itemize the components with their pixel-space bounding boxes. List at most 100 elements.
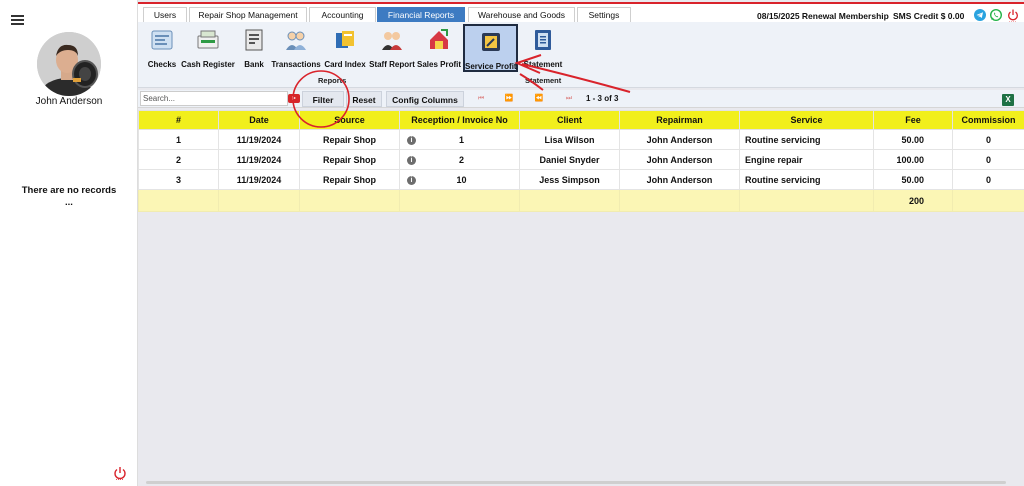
user-name: John Anderson (35, 96, 103, 107)
column-header-client[interactable]: Client (519, 110, 620, 130)
filter-button[interactable]: Filter (302, 91, 344, 107)
cell-number: 1 (138, 129, 219, 150)
table-header-row: # Date Source Reception / Invoice No Cli… (138, 110, 1024, 130)
cell-invoice: i1 (399, 129, 520, 150)
column-header-fee[interactable]: Fee (873, 110, 953, 130)
cell-service: Routine servicing (739, 129, 874, 150)
filter-bar: Filter Reset Config Columns ⏮ ⏩ ⏪ ⏭ 1 - … (138, 90, 1024, 108)
column-header-commission[interactable]: Commission (952, 110, 1024, 130)
total-cell-empty (952, 189, 1024, 212)
horizontal-scrollbar[interactable] (146, 481, 1006, 484)
reset-button[interactable]: Reset (346, 91, 382, 107)
cell-repairman: John Anderson (619, 129, 740, 150)
whatsapp-icon[interactable] (989, 8, 1003, 22)
search-input[interactable] (140, 91, 288, 106)
tool-transactions[interactable]: Transactions (271, 24, 321, 72)
cell-client: Jess Simpson (519, 169, 620, 190)
info-icon[interactable]: i (407, 175, 416, 185)
cell-source: Repair Shop (299, 129, 400, 150)
total-cell-empty (138, 189, 219, 212)
total-cell-empty (299, 189, 400, 212)
tool-label: Transactions (271, 60, 321, 69)
pager-last-icon[interactable]: ⏭ (556, 91, 582, 107)
total-cell-empty (519, 189, 620, 212)
page-info: 1 - 3 of 3 (586, 94, 619, 103)
tab-financial-reports[interactable]: Financial Reports (377, 7, 465, 22)
empty-state-line: There are no records (21, 185, 117, 196)
tab-warehouse-and-goods[interactable]: Warehouse and Goods (468, 7, 575, 22)
config-columns-button[interactable]: Config Columns (386, 91, 464, 107)
report-toolbar: Checks Cash Register Bank Transactions C… (138, 22, 1024, 88)
telegram-icon[interactable] (974, 9, 986, 21)
cell-service: Routine servicing (739, 169, 874, 190)
column-header-service[interactable]: Service (739, 110, 874, 130)
cell-commission: 0 (952, 169, 1024, 190)
card-index-icon (336, 31, 354, 48)
column-header-date[interactable]: Date (218, 110, 300, 130)
pager-first-icon[interactable]: ⏮ (468, 91, 494, 107)
table-row[interactable]: 2 11/19/2024 Repair Shop i2 Daniel Snyde… (138, 149, 1024, 170)
excel-export-icon[interactable]: X (1002, 94, 1014, 106)
total-cell-empty (399, 189, 520, 212)
cell-invoice: i2 (399, 149, 520, 170)
table-row[interactable]: 1 11/19/2024 Repair Shop i1 Lisa Wilson … (138, 129, 1024, 150)
cell-fee: 50.00 (873, 169, 953, 190)
total-cell-empty (218, 189, 300, 212)
cell-date: 11/19/2024 (218, 149, 300, 170)
main-area: Users Repair Shop Management Accounting … (138, 0, 1024, 486)
tab-users[interactable]: Users (143, 7, 187, 22)
tool-label: Sales Profit (417, 60, 462, 69)
cell-client: Lisa Wilson (519, 129, 620, 150)
total-cell-empty (739, 189, 874, 212)
checks-icon (151, 30, 173, 50)
tool-label: Bank (244, 60, 264, 69)
tab-repair-shop-management[interactable]: Repair Shop Management (189, 7, 307, 22)
column-header-repairman[interactable]: Repairman (619, 110, 740, 130)
cell-fee: 50.00 (873, 129, 953, 150)
tool-sales-profit[interactable]: Sales Profit (417, 24, 461, 72)
tool-card-index[interactable]: Card Index (323, 24, 367, 72)
cell-date: 11/19/2024 (218, 169, 300, 190)
cell-number: 3 (138, 169, 219, 190)
tool-cash-register[interactable]: Cash Register (179, 24, 237, 72)
pager-next-icon[interactable]: ⏩ (496, 91, 522, 107)
tool-staff-report[interactable]: Staff Report (368, 24, 416, 72)
cell-source: Repair Shop (299, 149, 400, 170)
info-icon[interactable]: i (407, 155, 416, 165)
cell-repairman: John Anderson (619, 169, 740, 190)
empty-state-text: There are no records ... (0, 185, 138, 209)
tool-label: Service Profit (465, 62, 517, 71)
totals-row: 200 (138, 189, 1024, 212)
menu-icon[interactable] (11, 15, 24, 25)
tool-label: Staff Report (369, 60, 415, 69)
transactions-icon (286, 31, 306, 50)
power-icon[interactable] (113, 466, 127, 480)
tool-label: Card Index (324, 60, 366, 69)
cell-invoice: i 10 (399, 169, 520, 190)
group-label-reports: Reports (318, 76, 347, 85)
tab-accounting[interactable]: Accounting (309, 7, 376, 22)
cell-commission: 0 (952, 129, 1024, 150)
pager-prev-icon[interactable]: ⏪ (526, 91, 552, 107)
avatar[interactable] (37, 32, 101, 96)
invoice-number: 10 (456, 174, 467, 185)
tool-statement[interactable]: Statement (523, 24, 563, 72)
sales-profit-icon (430, 29, 448, 49)
cell-commission: 0 (952, 149, 1024, 170)
info-icon[interactable]: i (407, 135, 416, 145)
cell-number: 2 (138, 149, 219, 170)
column-header-number[interactable]: # (138, 110, 219, 130)
tool-checks[interactable]: Checks (146, 24, 178, 72)
column-header-source[interactable]: Source (299, 110, 400, 130)
table-row[interactable]: 3 11/19/2024 Repair Shop i 10 Jess Simpso… (138, 169, 1024, 190)
tab-settings[interactable]: Settings (577, 7, 631, 22)
column-header-invoice[interactable]: Reception / Invoice No (399, 110, 520, 130)
tool-service-profit[interactable]: Service Profit (463, 24, 518, 72)
logout-power-icon[interactable] (1007, 9, 1019, 23)
cell-fee: 100.00 (873, 149, 953, 170)
invoice-number: 1 (458, 134, 464, 145)
tool-label: Checks (147, 60, 177, 69)
empty-state-ellipsis: ... (65, 197, 73, 208)
video-help-icon[interactable] (288, 94, 300, 103)
tool-bank[interactable]: Bank (239, 24, 269, 72)
